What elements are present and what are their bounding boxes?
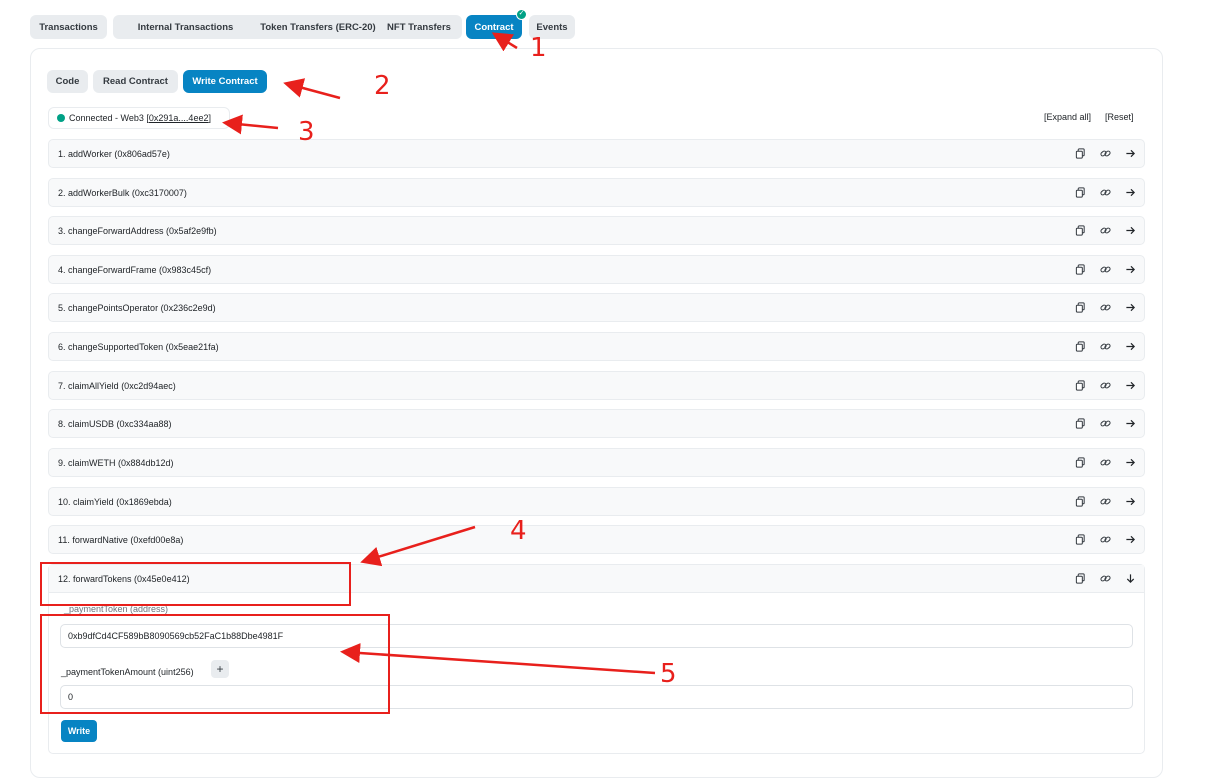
arrow-right-icon[interactable] <box>1125 264 1136 275</box>
function-row[interactable]: 11. forwardNative (0xefd00e8a) <box>48 525 1145 554</box>
link-icon[interactable] <box>1100 341 1111 352</box>
copy-icon[interactable] <box>1075 573 1086 584</box>
copy-icon[interactable] <box>1075 187 1086 198</box>
arrow-down-icon[interactable] <box>1125 573 1136 584</box>
copy-icon[interactable] <box>1075 148 1086 159</box>
copy-icon[interactable] <box>1075 225 1086 236</box>
link-icon[interactable] <box>1100 302 1111 313</box>
function-actions <box>1061 372 1136 399</box>
function-row[interactable]: 3. changeForwardAddress (0x5af2e9fb) <box>48 216 1145 245</box>
tab-contract[interactable]: Contract ✓ <box>466 9 527 39</box>
link-icon[interactable] <box>1100 573 1111 584</box>
function-row[interactable]: 10. claimYield (0x1869ebda) <box>48 487 1145 516</box>
annotation-box-params <box>40 614 390 714</box>
copy-icon[interactable] <box>1075 302 1086 313</box>
arrow-right-icon[interactable] <box>1125 380 1136 391</box>
copy-icon[interactable] <box>1075 341 1086 352</box>
function-row[interactable]: 1. addWorker (0x806ad57e) <box>48 139 1145 168</box>
bracket-close: ] <box>208 113 211 123</box>
arrow-right-icon[interactable] <box>1125 496 1136 507</box>
function-actions <box>1061 410 1136 437</box>
link-icon[interactable] <box>1100 225 1111 236</box>
copy-icon[interactable] <box>1075 496 1086 507</box>
expand-all-link[interactable]: [Expand all] <box>1044 112 1091 122</box>
annotation-number-5: 5 <box>660 659 677 689</box>
function-row[interactable]: 8. claimUSDB (0xc334aa88) <box>48 409 1145 438</box>
function-actions <box>1061 140 1136 167</box>
function-title: 4. changeForwardFrame (0x983c45cf) <box>58 264 212 275</box>
function-row[interactable]: 5. changePointsOperator (0x236c2e9d) <box>48 293 1145 322</box>
function-actions <box>1061 256 1136 283</box>
function-row[interactable]: 7. claimAllYield (0xc2d94aec) <box>48 371 1145 400</box>
function-title: 5. changePointsOperator (0x236c2e9d) <box>58 302 216 313</box>
subtab-code[interactable]: Code <box>47 70 88 93</box>
copy-icon[interactable] <box>1075 380 1086 391</box>
function-title: 1. addWorker (0x806ad57e) <box>58 148 170 159</box>
annotation-number-2: 2 <box>374 71 391 101</box>
tab-contract-label: Contract <box>474 21 514 33</box>
link-icon[interactable] <box>1100 380 1111 391</box>
function-title: 2. addWorkerBulk (0xc3170007) <box>58 187 187 198</box>
arrow-right-icon[interactable] <box>1125 302 1136 313</box>
function-title: 10. claimYield (0x1869ebda) <box>58 496 172 507</box>
annotation-box-function <box>40 562 351 606</box>
function-title: 7. claimAllYield (0xc2d94aec) <box>58 380 176 391</box>
function-actions <box>1061 526 1136 553</box>
arrow-right-icon[interactable] <box>1125 341 1136 352</box>
annotation-number-1: 1 <box>530 33 547 63</box>
tab-nft-transfers[interactable]: NFT Transfers <box>376 15 462 39</box>
function-actions <box>1061 294 1136 321</box>
annotation-number-3: 3 <box>298 117 315 147</box>
arrow-right-icon[interactable] <box>1125 148 1136 159</box>
function-title: 11. forwardNative (0xefd00e8a) <box>58 534 184 545</box>
function-title: 8. claimUSDB (0xc334aa88) <box>58 418 172 429</box>
arrow-right-icon[interactable] <box>1125 534 1136 545</box>
subtab-write-contract[interactable]: Write Contract <box>183 70 267 93</box>
link-icon[interactable] <box>1100 418 1111 429</box>
tab-transactions[interactable]: Transactions <box>30 15 107 39</box>
function-row[interactable]: 6. changeSupportedToken (0x5eae21fa) <box>48 332 1145 361</box>
copy-icon[interactable] <box>1075 534 1086 545</box>
function-actions <box>1061 179 1136 206</box>
arrow-right-icon[interactable] <box>1125 187 1136 198</box>
link-icon[interactable] <box>1100 457 1111 468</box>
arrow-right-icon[interactable] <box>1125 418 1136 429</box>
link-icon[interactable] <box>1100 187 1111 198</box>
copy-icon[interactable] <box>1075 457 1086 468</box>
copy-icon[interactable] <box>1075 264 1086 275</box>
reset-link[interactable]: [Reset] <box>1105 112 1134 122</box>
write-button[interactable]: Write <box>61 720 97 742</box>
arrow-right-icon[interactable] <box>1125 457 1136 468</box>
link-icon[interactable] <box>1100 534 1111 545</box>
connection-status-text: Connected - Web3 <box>69 113 144 123</box>
function-actions <box>1061 449 1136 476</box>
connected-dot-icon <box>57 114 65 122</box>
function-row[interactable]: 2. addWorkerBulk (0xc3170007) <box>48 178 1145 207</box>
arrow-right-icon[interactable] <box>1125 225 1136 236</box>
function-title: 9. claimWETH (0x884db12d) <box>58 457 174 468</box>
web3-connection-status[interactable]: Connected - Web3 [0x291a....4ee2] <box>48 107 230 129</box>
function-actions <box>1061 333 1136 360</box>
function-title: 6. changeSupportedToken (0x5eae21fa) <box>58 341 219 352</box>
check-icon: ✓ <box>516 9 527 20</box>
link-icon[interactable] <box>1100 496 1111 507</box>
copy-icon[interactable] <box>1075 418 1086 429</box>
function-actions <box>1061 488 1136 515</box>
connected-address-link[interactable]: 0x291a....4ee2 <box>149 113 209 123</box>
function-title: 3. changeForwardAddress (0x5af2e9fb) <box>58 225 217 236</box>
annotation-number-4: 4 <box>510 516 527 546</box>
link-icon[interactable] <box>1100 148 1111 159</box>
function-row[interactable]: 9. claimWETH (0x884db12d) <box>48 448 1145 477</box>
subtab-read-contract[interactable]: Read Contract <box>93 70 178 93</box>
function-actions <box>1061 565 1136 592</box>
link-icon[interactable] <box>1100 264 1111 275</box>
function-row[interactable]: 4. changeForwardFrame (0x983c45cf) <box>48 255 1145 284</box>
function-actions <box>1061 217 1136 244</box>
